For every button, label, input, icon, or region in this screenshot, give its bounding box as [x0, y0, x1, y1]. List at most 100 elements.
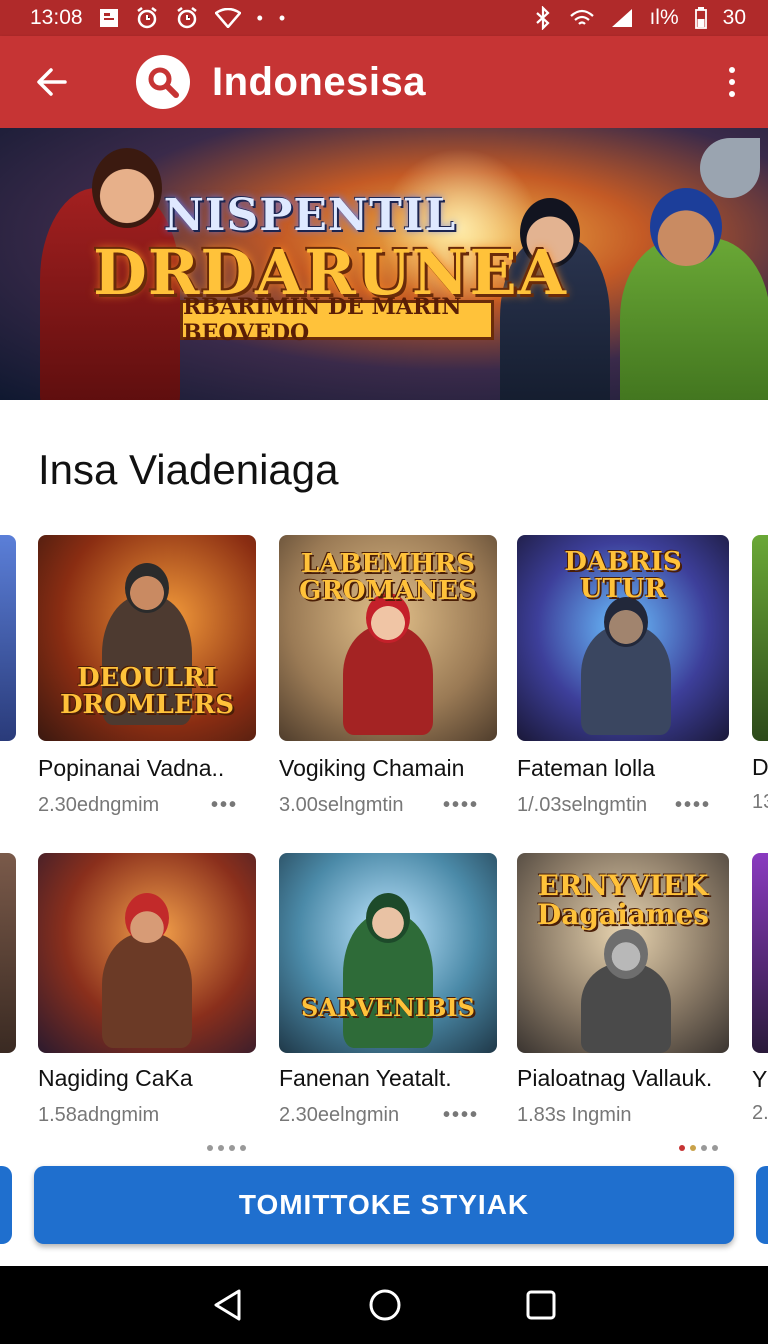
- page-indicator-left: [207, 1145, 246, 1151]
- more-dot: [729, 91, 735, 97]
- cta-left-edge[interactable]: [0, 1166, 12, 1244]
- game-meta: 3.00selngmtin ••••: [279, 794, 497, 817]
- game-card[interactable]: DEOULRI DROMLERS Popinanai Vadna.. 2.30e…: [38, 535, 256, 817]
- thumbnail-art-text: LABEMHRS GROMANES: [299, 549, 477, 607]
- thumbnail-character-head: [125, 563, 169, 613]
- row2-edge-meta: 2.: [752, 1102, 768, 1124]
- game-title: Fanenan Yeatalt.: [279, 1065, 452, 1091]
- arrow-back-icon: [37, 68, 67, 96]
- game-meta: 1/.03selngmtin ••••: [517, 794, 729, 817]
- thumbnail-art-text: SARVENIBIS: [301, 993, 475, 1022]
- more-vert-icon: [729, 67, 735, 73]
- page-dot: [712, 1145, 718, 1151]
- more-dot: [729, 79, 735, 85]
- battery-level: 30: [722, 6, 746, 29]
- status-right: ıl% 30: [533, 6, 746, 30]
- game-card[interactable]: SARVENIBIS Fanenan Yeatalt. 2.30eelngmin…: [279, 853, 497, 1127]
- game-thumbnail: [38, 853, 256, 1053]
- game-card[interactable]: DABRIS UTUR Fateman lolla 1/.03selngmtin…: [517, 535, 729, 817]
- cell-signal-icon: [612, 9, 633, 27]
- dot-icon: •: [256, 8, 263, 28]
- cta-button[interactable]: TOMITTOKE STYIAK: [34, 1166, 734, 1244]
- game-thumbnail: DEOULRI DROMLERS: [38, 535, 256, 741]
- game-size: 1.83s Ingmin: [517, 1104, 632, 1126]
- page-dot: [240, 1145, 246, 1151]
- more-horiz-icon[interactable]: ••••: [443, 794, 479, 817]
- notification-icon: [99, 9, 118, 27]
- thumbnail-character-head: [604, 597, 648, 647]
- status-bar: 13:08 • • ıl% 30: [0, 0, 768, 36]
- game-thumbnail: DABRIS UTUR: [517, 535, 729, 741]
- page-indicator-right: [679, 1145, 718, 1151]
- page-dot: [218, 1145, 224, 1151]
- app-bar: Indonesisa: [0, 36, 768, 128]
- bluetooth-icon: [536, 6, 551, 30]
- game-title: Fateman lolla: [517, 755, 656, 781]
- game-card[interactable]: Nagiding CaKa 1.58adngmim: [38, 853, 256, 1127]
- battery-percent: ıl%: [649, 6, 679, 29]
- page-dot: [701, 1145, 707, 1151]
- battery-icon: [694, 7, 707, 29]
- game-size: 2.30eelngmin: [279, 1104, 400, 1126]
- banner-subtitle: RBARIMIN DE MARIN BEOVEDO: [180, 294, 494, 346]
- game-meta: 2.30eelngmin ••••: [279, 1104, 497, 1127]
- section-title: Insa Viadeniaga: [38, 446, 339, 493]
- game-size: 1/.03selngmtin: [517, 794, 648, 816]
- row1-right-edge-card[interactable]: [752, 535, 768, 741]
- alarm-icon: [136, 7, 157, 29]
- game-thumbnail: SARVENIBIS: [279, 853, 497, 1053]
- search-button[interactable]: [136, 55, 190, 109]
- row1-edge-meta: 13: [752, 791, 768, 813]
- page-dot-active: [679, 1145, 685, 1151]
- more-horiz-icon[interactable]: ••••: [443, 1104, 479, 1127]
- thumbnail-character-head: [604, 929, 648, 979]
- thumbnail-art-text: DEOULRI DROMLERS: [59, 663, 235, 721]
- search-icon: [148, 67, 179, 98]
- page-dot: [207, 1145, 213, 1151]
- thumbnail-character: [102, 933, 192, 1048]
- page-dot: [690, 1145, 696, 1151]
- game-size: 1.58adngmim: [38, 1104, 160, 1126]
- game-title: Pialoatnag Vallauk.: [517, 1065, 713, 1091]
- game-meta: 1.83s Ingmin: [517, 1104, 729, 1127]
- back-button[interactable]: [24, 54, 80, 110]
- banner-title-line1: NISPENTIL: [163, 190, 457, 241]
- status-left: 13:08 • •: [30, 6, 285, 30]
- wifi-signal-icon: [570, 9, 595, 25]
- triangle-back-icon[interactable]: [212, 1288, 244, 1322]
- row2-left-edge-card[interactable]: [0, 853, 16, 1053]
- more-horiz-icon[interactable]: ••••: [675, 794, 711, 817]
- circle-home-icon[interactable]: [368, 1288, 402, 1322]
- game-meta: 2.30edngmim •••: [38, 794, 256, 817]
- thumbnail-art-text: DABRIS UTUR: [564, 547, 682, 605]
- game-card[interactable]: ERNYVIEK Dagaiames Pialoatnag Vallauk. 1…: [517, 853, 729, 1127]
- hero-banner[interactable]: NISPENTIL DRDARUNEA RBARIMIN DE MARIN BE…: [0, 128, 768, 400]
- thumbnail-character-head: [366, 893, 410, 943]
- status-time: 13:08: [30, 6, 83, 29]
- square-recents-icon[interactable]: [526, 1290, 556, 1320]
- game-size: 2.30edngmim: [38, 794, 160, 816]
- game-meta: 1.58adngmim: [38, 1104, 256, 1127]
- game-title: Nagiding CaKa: [38, 1065, 193, 1091]
- row2-right-edge-card[interactable]: [752, 853, 768, 1053]
- game-title: Vogiking Chamain: [279, 755, 465, 781]
- game-title: Popinanai Vadna..: [38, 755, 225, 781]
- system-nav-bar: [0, 1266, 768, 1344]
- game-thumbnail: ERNYVIEK Dagaiames: [517, 853, 729, 1053]
- cta-right-edge[interactable]: [756, 1166, 768, 1244]
- dot-icon-2: •: [278, 8, 286, 28]
- alarm-icon-2: [176, 7, 197, 29]
- thumbnail-character-head: [125, 893, 169, 943]
- row1-left-edge-card[interactable]: [0, 535, 16, 741]
- more-horiz-icon[interactable]: •••: [211, 794, 238, 817]
- row1-edge-title: D: [752, 754, 768, 780]
- thumbnail-art-text: ERNYVIEK Dagaiames: [536, 869, 710, 932]
- wifi-icon: [214, 8, 241, 28]
- banner-axe: [700, 138, 760, 198]
- game-thumbnail: LABEMHRS GROMANES: [279, 535, 497, 741]
- banner-character-right-head: [650, 188, 722, 266]
- row2-edge-title: Y: [752, 1066, 768, 1092]
- app-title: Indonesisa: [212, 59, 426, 104]
- more-options-button[interactable]: [712, 54, 752, 110]
- game-card[interactable]: LABEMHRS GROMANES Vogiking Chamain 3.00s…: [279, 535, 497, 817]
